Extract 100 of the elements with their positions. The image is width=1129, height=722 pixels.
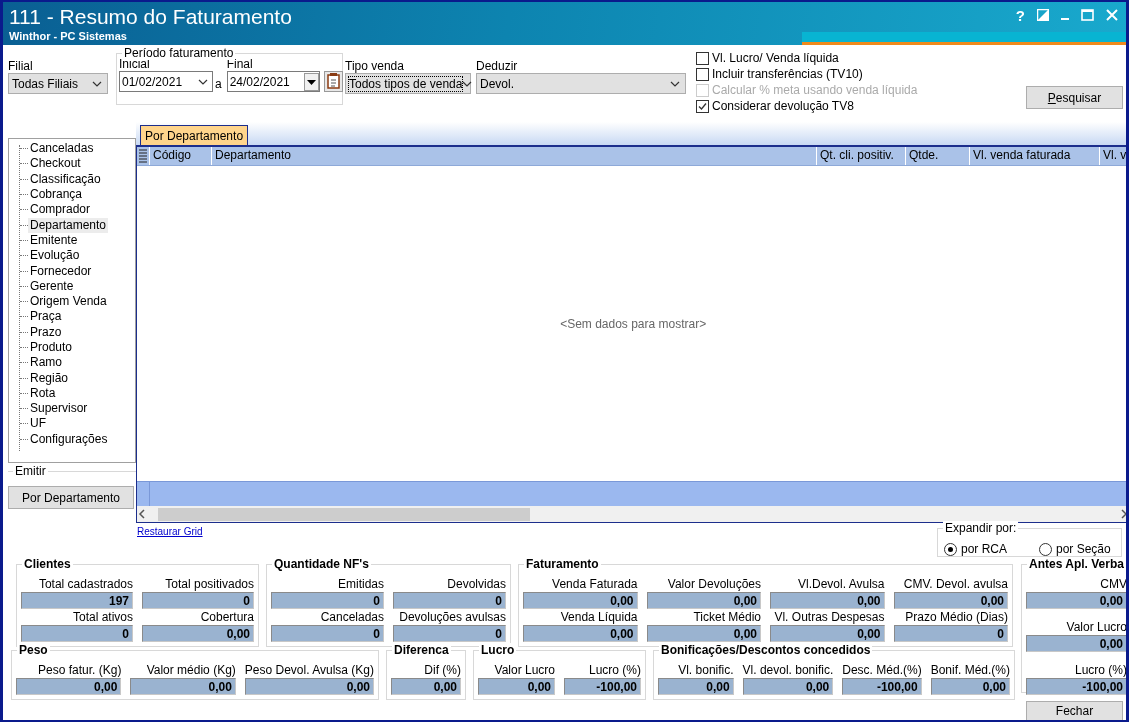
- value-field: 0,00: [16, 678, 122, 695]
- group-title: Peso: [17, 643, 50, 657]
- value-field: 0,00: [646, 625, 761, 642]
- chevron-down-icon: [92, 80, 102, 87]
- field-label: Dif (%): [423, 663, 461, 678]
- field-label: Valor Lucro: [1065, 620, 1126, 635]
- check-icon: [697, 100, 708, 112]
- tree-item[interactable]: Classificação: [28, 171, 103, 187]
- report-button[interactable]: Por Departamento: [8, 486, 134, 509]
- column-header[interactable]: Vl. venda faturada: [970, 147, 1100, 165]
- group-title: Bonificações/Descontos concedidos: [659, 643, 873, 657]
- tree-item[interactable]: Emitente: [28, 232, 80, 248]
- tree-item[interactable]: Checkout: [28, 156, 83, 172]
- sale-type-dropdown[interactable]: Todos tipos de venda: [345, 73, 471, 94]
- field-label: Emitidas: [337, 577, 384, 592]
- field-label: Ticket Médio: [692, 610, 761, 625]
- value-field: 0,00: [391, 678, 461, 695]
- separator-text: a: [215, 76, 222, 92]
- value-field: 0,00: [770, 592, 885, 609]
- chevron-down-icon: [462, 80, 473, 87]
- tree-item[interactable]: Região: [28, 370, 71, 386]
- value-field: 0,00: [930, 678, 1010, 695]
- column-header[interactable]: Qtde.: [906, 147, 970, 165]
- close-icon[interactable]: [1106, 9, 1118, 22]
- value-field: 0,00: [1026, 592, 1126, 609]
- checkbox-label: Considerar devolução TV8: [712, 99, 854, 113]
- checkbox[interactable]: [696, 67, 709, 81]
- column-chooser-icon[interactable]: [138, 149, 148, 163]
- checkbox-label: Vl. Lucro/ Venda líquida: [712, 51, 839, 65]
- value-field: 0,00: [130, 678, 236, 695]
- value-field: 0,00: [142, 625, 254, 642]
- tree-item[interactable]: Comprador: [28, 202, 93, 218]
- field-label: Bonif. Méd.(%): [930, 663, 1010, 678]
- group-title: Expandir por:: [943, 521, 1019, 535]
- tree-item[interactable]: Cobrança: [28, 187, 85, 203]
- field-label: Tipo venda: [345, 59, 405, 73]
- value-field: 0,00: [646, 592, 761, 609]
- window-title: 111 - Resumo do Faturamento: [9, 5, 292, 29]
- value-field: 0: [142, 592, 254, 609]
- column-header[interactable]: Código: [150, 147, 212, 165]
- field-label: Valor Lucro: [493, 663, 555, 678]
- tree-item[interactable]: Evolução: [28, 248, 82, 264]
- tree-item[interactable]: UF: [28, 416, 48, 432]
- checkbox[interactable]: [696, 99, 709, 113]
- maximize-icon[interactable]: [1081, 9, 1094, 22]
- value-field: 0: [271, 625, 384, 642]
- restore-grid-link[interactable]: Restaurar Grid: [137, 526, 203, 559]
- field-label: Valor Devoluções: [666, 577, 761, 592]
- tree-item[interactable]: Departamento: [28, 217, 109, 233]
- search-button[interactable]: Pesquisar: [1026, 86, 1123, 109]
- tree-item[interactable]: Fornecedor: [28, 263, 94, 279]
- tree-item[interactable]: Prazo: [28, 324, 64, 340]
- dropdown-button[interactable]: [303, 72, 319, 91]
- column-header[interactable]: Departamento: [212, 147, 817, 165]
- date-field[interactable]: 24/02/2021: [226, 71, 320, 92]
- scroll-left-icon[interactable]: [137, 508, 147, 520]
- value-field: 197: [21, 592, 133, 609]
- value-field: 0: [893, 625, 1008, 642]
- branch-dropdown[interactable]: Todas Filiais: [8, 73, 108, 94]
- field-label: Inicial: [119, 57, 151, 71]
- value-field: 0,00: [478, 678, 555, 695]
- scrollbar-thumb[interactable]: [158, 507, 530, 521]
- field-label: Peso Devol. Avulsa (Kg): [244, 663, 374, 678]
- contrast-icon[interactable]: [1037, 9, 1049, 22]
- value-field: 0: [393, 592, 506, 609]
- radio-button[interactable]: [944, 542, 957, 556]
- tree-item[interactable]: Supervisor: [28, 401, 90, 417]
- field-label: Peso fatur. (Kg): [37, 663, 122, 678]
- tree-item[interactable]: Produto: [28, 340, 75, 355]
- checkbox[interactable]: [696, 51, 709, 65]
- close-button[interactable]: Fechar: [1026, 701, 1123, 720]
- field-label: Canceladas: [319, 610, 384, 625]
- group-title: Emitir: [13, 464, 48, 478]
- column-header[interactable]: Qt. cli. positiv.: [817, 147, 906, 165]
- value-field: 0: [271, 592, 384, 609]
- value-field: 0,00: [770, 625, 885, 642]
- tree-item[interactable]: Gerente: [28, 278, 76, 294]
- field-label: Lucro (%): [1074, 663, 1126, 678]
- value-field: 0,00: [742, 678, 834, 695]
- radio-button[interactable]: [1039, 542, 1052, 556]
- scroll-right-icon[interactable]: [1119, 508, 1126, 520]
- field-label: Devolvidas: [446, 577, 506, 592]
- tree-item[interactable]: Praça: [28, 309, 64, 325]
- tree-item[interactable]: Configurações: [28, 431, 110, 447]
- tree-item[interactable]: Origem Venda: [28, 294, 109, 310]
- tree-item[interactable]: Ramo: [28, 355, 64, 371]
- tree-item[interactable]: Rota: [28, 385, 58, 401]
- calendar-icon[interactable]: [323, 71, 343, 92]
- field-label: CMV: [1099, 577, 1126, 592]
- group-title: Lucro: [479, 643, 517, 657]
- radio-label: por RCA: [961, 542, 1007, 556]
- date-field[interactable]: 01/02/2021: [119, 71, 213, 92]
- field-label: Venda Líquida: [559, 610, 638, 625]
- field-label: Total ativos: [71, 610, 133, 625]
- column-header[interactable]: Vl. v: [1100, 147, 1126, 165]
- field-label: Prazo Médio (Dias): [904, 610, 1008, 625]
- tree-item[interactable]: Canceladas: [28, 141, 96, 157]
- field-label: Venda Faturada: [551, 577, 638, 592]
- tab[interactable]: Por Departamento: [140, 125, 249, 145]
- deduct-dropdown[interactable]: Devol.: [476, 73, 686, 94]
